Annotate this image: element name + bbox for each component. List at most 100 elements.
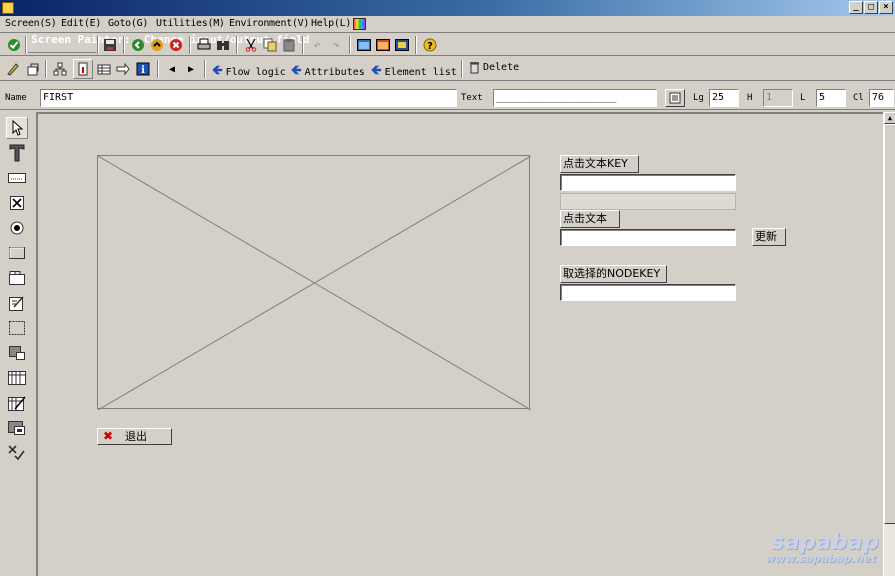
text-field[interactable]: ____________________ <box>493 89 657 107</box>
enter-check-icon[interactable] <box>5 36 23 54</box>
menu-environment[interactable]: Environment(V) <box>229 18 309 29</box>
separator <box>45 60 47 78</box>
watermark: sapabap www.sapabap.net <box>765 530 879 565</box>
selected-key-input[interactable] <box>560 284 736 301</box>
exit-icon[interactable] <box>148 36 166 54</box>
refresh-button[interactable]: 更新 <box>752 228 786 246</box>
table-control-tool-icon[interactable] <box>6 367 28 389</box>
pointer-tool-icon[interactable] <box>6 117 28 139</box>
table-wizard-icon[interactable] <box>6 392 28 414</box>
separator <box>302 36 304 54</box>
layout-menu-icon[interactable] <box>393 36 411 54</box>
attributes-button[interactable]: 🡸 Attributes <box>291 61 365 83</box>
edit-pencil-icon[interactable] <box>4 60 22 78</box>
node-text-input[interactable] <box>560 229 736 246</box>
dictionary-field-icon[interactable] <box>73 59 93 79</box>
cl-field[interactable]: 76 <box>869 89 894 107</box>
scroll-up-icon[interactable]: ▲ <box>884 112 895 124</box>
box-tool-icon[interactable] <box>6 317 28 339</box>
element-palette <box>3 114 33 576</box>
print-icon[interactable] <box>195 36 213 54</box>
cut-icon[interactable] <box>242 36 260 54</box>
menu-goto[interactable]: Goto(G) <box>108 18 148 29</box>
separator <box>157 60 159 78</box>
separator <box>415 36 417 54</box>
pushbutton-tool-icon[interactable] <box>6 242 28 264</box>
scroll-thumb[interactable] <box>884 124 895 524</box>
new-session-icon[interactable] <box>355 36 373 54</box>
element-list-button[interactable]: 🡸 Element list <box>371 61 457 83</box>
subscreen-tool-icon[interactable] <box>6 342 28 364</box>
separator <box>189 36 191 54</box>
lg-label: Lg <box>693 93 704 103</box>
custom-container-area[interactable] <box>97 155 531 410</box>
radio-button-tool-icon[interactable] <box>6 217 28 239</box>
copy-icon[interactable] <box>261 36 279 54</box>
text-field-tool-icon[interactable] <box>6 142 28 164</box>
node-text-label[interactable]: 点击文本 <box>560 210 620 228</box>
menu-screen[interactable]: Screen(S) <box>5 18 57 29</box>
redo-icon[interactable]: ↷ <box>327 36 345 54</box>
cancel-icon[interactable] <box>167 36 185 54</box>
transfer-icon[interactable] <box>114 60 132 78</box>
hierarchy-icon[interactable] <box>51 60 69 78</box>
node-key-label[interactable]: 点击文本KEY <box>560 155 639 173</box>
custom-control-tool-icon[interactable] <box>6 417 28 439</box>
paste-icon[interactable] <box>280 36 298 54</box>
name-field[interactable]: FIRST <box>40 89 457 107</box>
command-field[interactable] <box>28 37 96 53</box>
app-icon <box>2 2 14 14</box>
watermark-url: www.sapabap.net <box>765 552 877 565</box>
menu-help[interactable]: Help(L) <box>311 18 351 29</box>
next-icon[interactable]: ▶ <box>182 60 200 78</box>
l-field[interactable]: 5 <box>816 89 846 107</box>
separator <box>97 36 99 54</box>
text-details-icon[interactable] <box>665 89 685 107</box>
undo-icon[interactable]: ↶ <box>308 36 326 54</box>
text-label: Text <box>461 93 483 103</box>
node-key-input[interactable] <box>560 174 736 191</box>
selected-field-outline[interactable] <box>560 193 736 210</box>
menu-bar: Screen(S) Edit(E) Goto(G) Utilities(M) E… <box>0 16 895 33</box>
vertical-scrollbar[interactable]: ▲ <box>883 112 895 576</box>
separator <box>349 36 351 54</box>
application-toolbar: i ◀ ▶ 🡸 Flow logic 🡸 Attributes 🡸 Elemen… <box>0 57 895 81</box>
title-bar: Screen Painter: Change input/output fiel… <box>0 0 895 46</box>
find-icon[interactable] <box>214 36 232 54</box>
minimize-button[interactable]: _ <box>849 1 863 14</box>
close-button[interactable]: × <box>879 1 893 14</box>
maximize-button[interactable]: □ <box>864 1 878 14</box>
lg-field[interactable]: 25 <box>709 89 739 107</box>
delete-button[interactable]: Delete <box>469 61 519 74</box>
flow-logic-button[interactable]: 🡸 Flow logic <box>212 61 286 83</box>
color-palette-icon[interactable] <box>353 18 366 30</box>
info-icon[interactable]: i <box>134 60 152 78</box>
help-icon[interactable]: ? <box>421 36 439 54</box>
shortcut-icon[interactable] <box>374 36 392 54</box>
h-label: H <box>747 93 753 103</box>
cancel-x-icon: ✖ <box>103 429 114 443</box>
tabstrip-wizard-icon[interactable] <box>6 292 28 314</box>
menu-edit[interactable]: Edit(E) <box>61 18 101 29</box>
object-icon[interactable] <box>24 60 42 78</box>
status-icon-tool-icon[interactable] <box>6 442 28 464</box>
trash-icon <box>470 62 479 74</box>
separator <box>123 36 125 54</box>
checkbox-tool-icon[interactable] <box>6 192 28 214</box>
previous-icon[interactable]: ◀ <box>163 60 181 78</box>
h-field: 1 <box>763 89 793 107</box>
back-icon[interactable] <box>129 36 147 54</box>
standard-toolbar: ↶ ↷ ? <box>0 34 895 56</box>
input-field-tool-icon[interactable] <box>6 167 28 189</box>
tabstrip-tool-icon[interactable] <box>6 267 28 289</box>
svg-text:?: ? <box>427 41 433 52</box>
program-fields-icon[interactable] <box>95 60 113 78</box>
separator <box>204 60 206 78</box>
save-icon[interactable] <box>101 36 119 54</box>
arrow-left-icon: 🡸 <box>371 63 382 78</box>
exit-button[interactable]: ✖ 退出 <box>97 428 172 445</box>
l-label: L <box>800 93 806 103</box>
separator <box>461 60 463 78</box>
selected-key-label[interactable]: 取选择的NODEKEY <box>560 265 667 283</box>
menu-utilities[interactable]: Utilities(M) <box>156 18 225 29</box>
